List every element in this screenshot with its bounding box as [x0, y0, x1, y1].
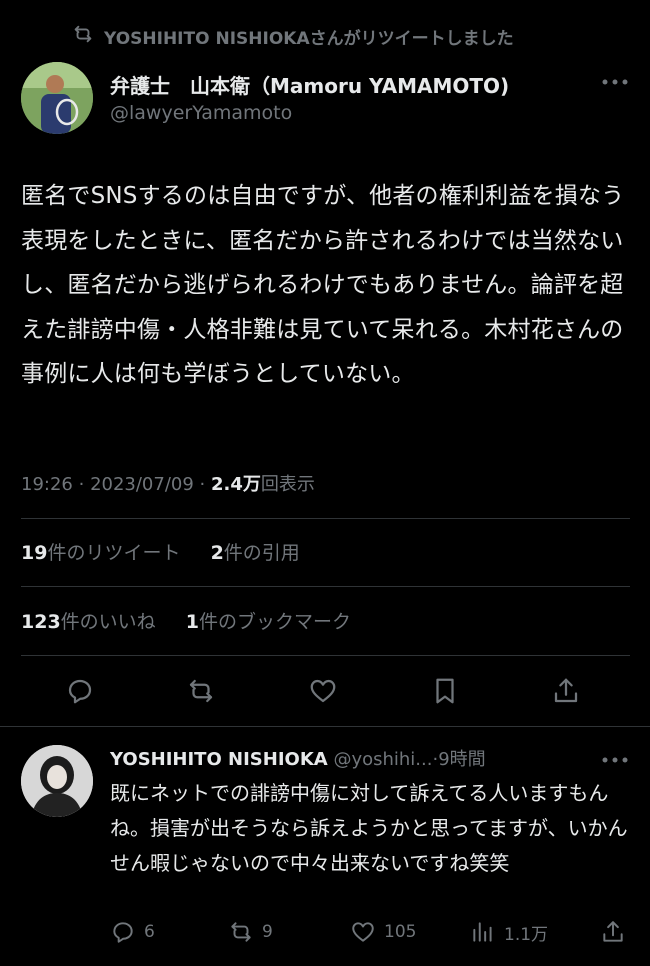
divider: [21, 518, 630, 519]
tweet-date[interactable]: 2023/07/09: [90, 474, 194, 495]
reply-header: YOSHIHITO NISHIOKA @yoshihi...·9時間: [110, 745, 486, 771]
tweet-text: 匿名でSNSするのは自由ですが、他者の権利利益を損なう表現をしたときに、匿名だか…: [21, 183, 625, 388]
retweet-icon: [189, 679, 213, 703]
reply-share-button[interactable]: [600, 916, 626, 948]
reply-views-button[interactable]: 1.1万: [470, 916, 548, 948]
tweet-meta: 19:26 · 2023/07/09 · 2.4万回表示: [21, 474, 315, 495]
bookmark-button[interactable]: [425, 671, 465, 711]
divider: [21, 655, 630, 656]
reply-icon: [113, 922, 133, 943]
share-icon: [554, 678, 578, 703]
reply-view-count: 1.1万: [504, 924, 549, 945]
divider: [0, 726, 650, 727]
reply-button[interactable]: [60, 671, 100, 711]
reply-time[interactable]: 9時間: [438, 749, 485, 770]
bookmark-icon: [436, 678, 454, 704]
share-icon: [603, 921, 623, 942]
reply-retweet-count: 9: [262, 922, 273, 942]
reply-author-handle[interactable]: @yoshihi...: [333, 749, 432, 770]
retweet-banner-text: YOSHIHITO NISHIOKAさんがリツイートしました: [104, 28, 514, 49]
reply-text: 既にネットでの誹謗中傷に対して訴えてる人いますもんね。損害が出そうなら訴えようか…: [110, 781, 628, 875]
more-icon: [602, 79, 628, 85]
views-icon: [473, 922, 492, 942]
retweet-banner[interactable]: YOSHIHITO NISHIOKAさんがリツイートしました: [72, 22, 514, 50]
reply-icon: [68, 679, 92, 704]
author-handle[interactable]: @lawyerYamamoto: [110, 102, 292, 124]
author-name[interactable]: 弁護士 山本衛（Mamoru YAMAMOTO): [110, 70, 509, 99]
views-label: 回表示: [260, 474, 315, 495]
reply-reply-count: 6: [144, 922, 155, 942]
retweet-icon: [231, 922, 251, 942]
retweets-stat[interactable]: 19件のリツイート: [21, 542, 180, 564]
more-icon: [602, 757, 628, 763]
like-icon: [352, 922, 374, 942]
divider: [21, 586, 630, 587]
quotes-stat[interactable]: 2件の引用: [211, 542, 300, 564]
author-avatar[interactable]: [21, 62, 93, 134]
reply-author-name[interactable]: YOSHIHITO NISHIOKA: [110, 749, 328, 770]
like-button[interactable]: [303, 671, 343, 711]
reply-more-options-button[interactable]: [598, 748, 632, 772]
views-count: 2.4万: [211, 474, 261, 495]
reply-avatar[interactable]: [21, 745, 93, 817]
likes-stat[interactable]: 123件のいいね: [21, 611, 156, 633]
retweet-quote-stats: 19件のリツイート 2件の引用: [21, 538, 300, 565]
share-button[interactable]: [546, 671, 586, 711]
tweet-time[interactable]: 19:26: [21, 474, 73, 495]
like-icon: [310, 679, 336, 703]
bookmarks-stat[interactable]: 1件のブックマーク: [186, 611, 351, 633]
retweet-icon: [72, 23, 94, 50]
reply-like-count: 105: [384, 922, 417, 942]
reply-retweet-button[interactable]: 9: [228, 916, 273, 948]
like-bookmark-stats: 123件のいいね 1件のブックマーク: [21, 607, 351, 634]
reply-reply-button[interactable]: 6: [110, 916, 155, 948]
reply-like-button[interactable]: 105: [350, 916, 416, 948]
more-options-button[interactable]: [598, 70, 632, 94]
retweet-button[interactable]: [181, 671, 221, 711]
